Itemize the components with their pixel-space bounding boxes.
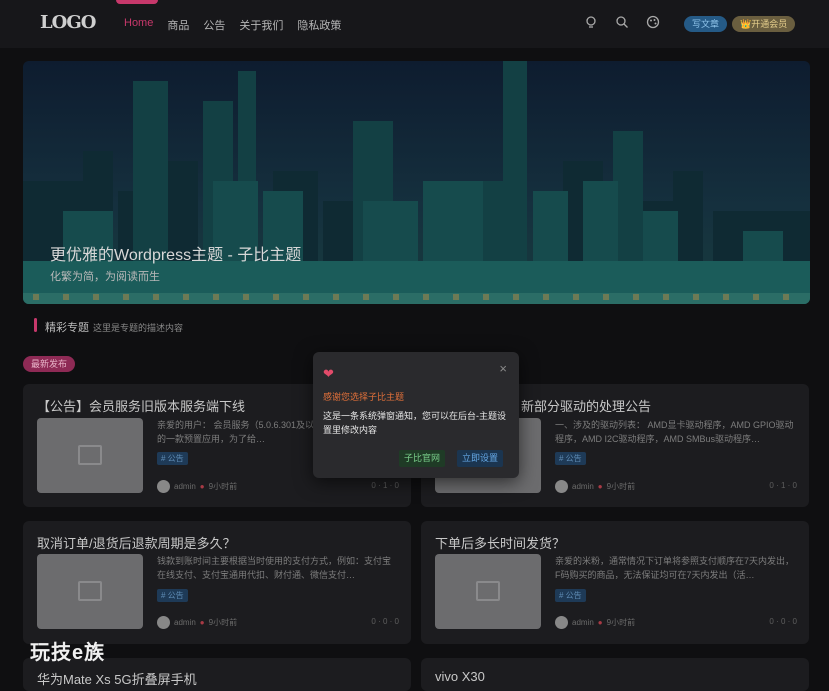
avatar[interactable] [157,616,170,629]
section-title[interactable]: 精彩专题 [45,319,89,335]
top-header: LOGO Home 商品 公告 关于我们 隐私政策 写文章 👑开通会员 [0,0,829,48]
header-icons [584,15,660,29]
image-placeholder-icon [78,581,102,601]
site-logo[interactable]: LOGO [40,12,96,33]
avatar[interactable] [555,616,568,629]
nav-about[interactable]: 关于我们 [239,17,283,33]
heart-icon: ❤ [323,366,334,381]
post-title[interactable]: 下单后多长时间发货？ [435,533,565,552]
post-tag[interactable]: # 公告 [555,452,586,465]
post-stats: 0 · 0 · 0 [769,617,797,626]
post-card[interactable]: vivo X30 [421,658,809,691]
post-time: 9小时前 [606,482,636,491]
time-dot-icon: ● [199,482,205,491]
latest-posts-badge: 最新发布 [23,356,76,372]
post-meta: admin ● 9小时前 [157,480,237,493]
post-thumbnail[interactable] [37,554,143,629]
modal-body: 这是一条系统弹窗通知，您可以在后台-主题设置里修改内容 [323,411,506,435]
post-author[interactable]: admin [174,482,196,491]
avatar[interactable] [157,480,170,493]
post-time: 9小时前 [606,618,636,627]
nav-home[interactable]: Home [124,17,153,33]
post-stats: 0 · 0 · 0 [371,617,399,626]
system-notice-modal: ❤ × 感谢您选择子比主题 这是一条系统弹窗通知，您可以在后台-主题设置里修改内… [313,352,519,478]
banner-subtitle: 化繁为简，为阅读而生 [50,271,160,283]
image-placeholder-icon [78,445,102,465]
avatar[interactable] [555,480,568,493]
nav-products[interactable]: 商品 [167,17,189,33]
modal-title: 感谢您选择子比主题 [323,392,405,402]
hero-banner[interactable]: 更优雅的Wordpress主题 - 子比主题 化繁为简，为阅读而生 [23,61,810,304]
post-tag[interactable]: # 公告 [157,452,188,465]
post-stats: 0 · 1 · 0 [769,481,797,490]
open-vip-button[interactable]: 👑开通会员 [732,16,796,32]
official-site-button[interactable]: 子比官网 [399,450,446,467]
time-dot-icon: ● [597,482,603,491]
post-title[interactable]: 华为Mate Xs 5G折叠屏手机 [37,669,197,688]
nav-announcements[interactable]: 公告 [203,17,225,33]
active-tab-indicator [116,0,158,4]
nav-privacy[interactable]: 隐私政策 [297,17,341,33]
main-nav: Home 商品 公告 关于我们 隐私政策 [124,17,341,33]
write-article-button[interactable]: 写文章 [684,16,728,32]
post-stats: 0 · 1 · 0 [371,481,399,490]
post-meta: admin ● 9小时前 [555,616,635,629]
post-tag[interactable]: # 公告 [555,589,586,602]
image-placeholder-icon [476,581,500,601]
post-title[interactable]: 新部分驱动的处理公告 [521,396,651,415]
banner-title: 更优雅的Wordpress主题 - 子比主题 [50,247,302,264]
post-author[interactable]: admin [572,618,594,627]
post-title[interactable]: 【公告】会员服务旧版本服务端下线 [37,396,245,415]
post-tag[interactable]: # 公告 [157,589,188,602]
post-author[interactable]: admin [572,482,594,491]
post-title[interactable]: 取消订单/退货后退款周期是多久？ [37,533,236,552]
post-time: 9小时前 [208,482,238,491]
section-marker [34,318,37,332]
settings-now-button[interactable]: 立即设置 [457,450,504,467]
post-meta: admin ● 9小时前 [555,480,635,493]
close-icon[interactable]: × [499,361,507,376]
time-dot-icon: ● [199,618,205,627]
post-excerpt: 钱款到账时间主要根据当时使用的支付方式，例如：支付宝在线支付、支付宝通用代扣、财… [157,556,392,580]
post-excerpt: 一、涉及的驱动列表： AMD显卡驱动程序，AMD GPIO驱动程序，AMD I2… [555,420,794,444]
palette-icon[interactable] [646,15,660,29]
post-card[interactable]: 下单后多长时间发货？ 亲爱的米粉，通常情况下订单将参照支付顺序在7天内发出，F码… [421,521,809,644]
bulb-icon[interactable] [584,15,598,29]
post-time: 9小时前 [208,618,238,627]
post-excerpt: 亲爱的米粉，通常情况下订单将参照支付顺序在7天内发出，F码购买的商品，无法保证均… [555,556,795,580]
post-author[interactable]: admin [174,618,196,627]
post-meta: admin ● 9小时前 [157,616,237,629]
section-description: 这里是专题的描述内容 [93,323,184,333]
watermark: 玩技e族 [30,642,106,664]
post-title[interactable]: vivo X30 [435,669,485,684]
search-icon[interactable] [615,15,629,29]
post-thumbnail[interactable] [37,418,143,493]
post-card[interactable]: 取消订单/退货后退款周期是多久？ 钱款到账时间主要根据当时使用的支付方式，例如：… [23,521,411,644]
post-thumbnail[interactable] [435,554,541,629]
time-dot-icon: ● [597,618,603,627]
